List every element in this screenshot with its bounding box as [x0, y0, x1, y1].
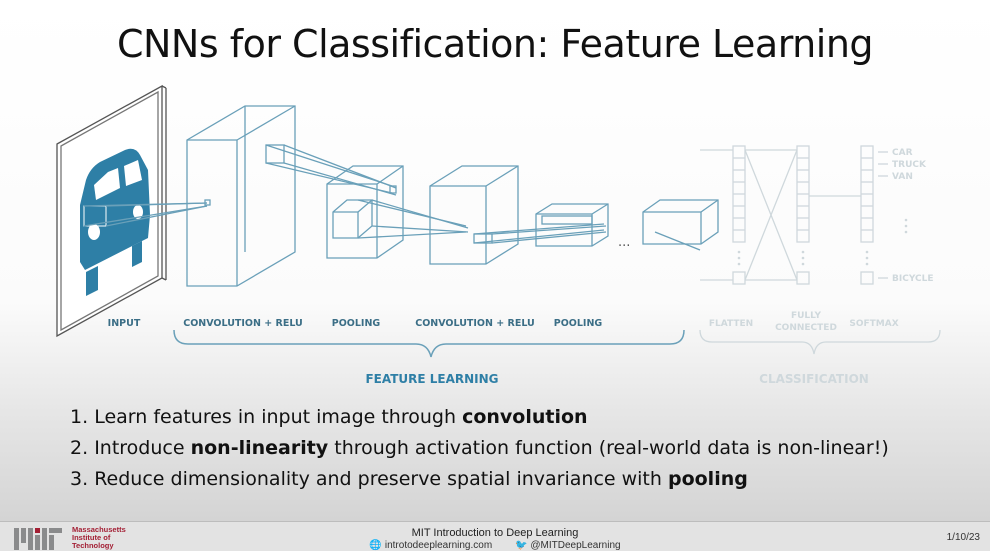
fc-label-line1: FULLY	[791, 311, 822, 321]
bullet-item: 3. Reduce dimensionality and preserve sp…	[70, 468, 748, 490]
website-link[interactable]: 🌐 introtodeeplearning.com	[369, 540, 492, 551]
input-label: INPUT	[108, 318, 141, 329]
flatten-label: FLATTEN	[709, 319, 753, 329]
ellipsis-label: ...	[618, 235, 630, 250]
pool1-label: POOLING	[332, 318, 381, 329]
bullet-list: 1. Learn features in input image through…	[70, 402, 889, 495]
footer-links: 🌐 introtodeeplearning.com 🐦 @MITDeepLearni…	[0, 540, 990, 551]
conv2-label: CONVOLUTION + RELU	[415, 318, 535, 329]
slide-date: 1/10/23	[946, 532, 980, 543]
pool2-label: POOLING	[554, 318, 603, 329]
softmax-label: SOFTMAX	[849, 319, 898, 329]
footer-course-title: MIT Introduction to Deep Learning	[411, 527, 579, 539]
class-label: BICYCLE	[892, 274, 934, 284]
conv1-label: CONVOLUTION + RELU	[183, 318, 303, 329]
classification-label: CLASSIFICATION	[759, 372, 869, 386]
slide-footer: Massachusetts Institute of Technology MI…	[0, 521, 990, 551]
conv3-volume	[642, 199, 719, 251]
bullet-item: 1. Learn features in input image through…	[70, 406, 588, 428]
fc-label-line2: CONNECTED	[775, 323, 837, 333]
feature-learning-label: FEATURE LEARNING	[365, 372, 498, 386]
cnn-diagram: ... INPUT CONVOLUTION + RELU POOLING CON…	[56, 84, 941, 386]
twitter-icon: 🐦	[514, 540, 528, 551]
twitter-link[interactable]: 🐦 @MITDeepLearning	[515, 540, 621, 551]
conv2-volume	[429, 165, 519, 265]
globe-icon: 🌐	[369, 540, 382, 551]
class-label: VAN	[892, 172, 913, 182]
class-label: TRUCK	[892, 160, 927, 170]
feature-learning-brace	[173, 329, 685, 358]
bullet-item: 2. Introduce non-linearity through activ…	[70, 437, 889, 459]
conv1-volume	[186, 105, 296, 287]
class-label: CAR	[892, 148, 913, 158]
